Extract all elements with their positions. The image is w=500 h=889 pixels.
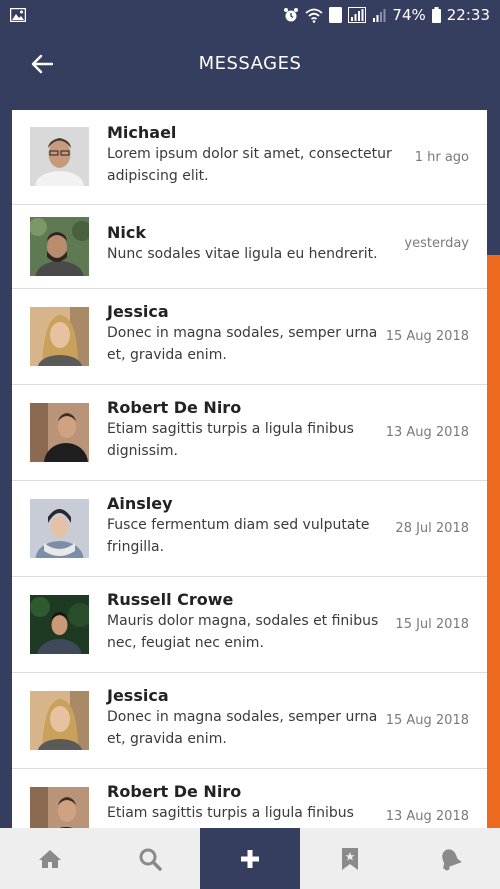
message-row-ainsley[interactable]: Ainsley Fusce fermentum diam sed vulputa… — [12, 481, 487, 577]
message-row-jessica[interactable]: Jessica Donec in magna sodales, semper u… — [12, 673, 487, 769]
message-time: 1 hr ago — [414, 150, 469, 165]
nav-bookmarks[interactable] — [300, 828, 400, 889]
message-row-russell-crowe[interactable]: Russell Crowe Mauris dolor magna, sodale… — [12, 577, 487, 673]
avatar — [30, 595, 89, 654]
message-preview: Mauris dolor magna, sodales et finibus n… — [107, 613, 379, 651]
bell-icon — [442, 848, 462, 870]
avatar — [30, 787, 89, 830]
search-icon — [139, 848, 162, 871]
alarm-icon — [283, 7, 299, 23]
signal-secondary-icon — [372, 8, 386, 23]
sender-name: Robert De Niro — [107, 398, 242, 417]
gallery-notification-icon — [10, 8, 26, 22]
avatar — [30, 403, 89, 462]
sender-name: Jessica — [107, 686, 169, 705]
avatar — [30, 217, 89, 276]
sender-name: Michael — [107, 123, 177, 142]
message-preview: Donec in magna sodales, semper urna et, … — [107, 709, 378, 747]
nav-search[interactable] — [100, 828, 200, 889]
message-time: 15 Aug 2018 — [385, 329, 469, 344]
app-header: MESSAGES — [0, 30, 500, 96]
message-preview: Etiam sagittis turpis a ligula finibus — [107, 805, 354, 821]
message-list: Michael Lorem ipsum dolor sit amet, cons… — [12, 110, 487, 830]
message-preview: Donec in magna sodales, semper urna et, … — [107, 325, 378, 363]
sender-name: Jessica — [107, 302, 169, 321]
nav-notifications[interactable] — [400, 828, 500, 889]
sender-name: Russell Crowe — [107, 590, 234, 609]
clock: 22:33 — [446, 6, 490, 24]
sender-name: Ainsley — [107, 494, 173, 513]
accent-strip — [486, 255, 500, 830]
back-button[interactable] — [28, 50, 56, 78]
page-title: MESSAGES — [198, 52, 302, 74]
avatar — [30, 127, 89, 186]
bottom-navigation — [0, 828, 500, 889]
sender-name: Nick — [107, 223, 146, 242]
message-preview: Etiam sagittis turpis a ligula finibus d… — [107, 421, 354, 459]
message-time: yesterday — [404, 236, 469, 251]
message-row-robert-de-niro[interactable]: Robert De Niro Etiam sagittis turpis a l… — [12, 385, 487, 481]
nav-home[interactable] — [0, 828, 100, 889]
message-row-nick[interactable]: Nick Nunc sodales vitae ligula eu hendre… — [12, 205, 487, 289]
status-bar: 74% 22:33 — [0, 0, 500, 30]
avatar — [30, 499, 89, 558]
message-row-michael[interactable]: Michael Lorem ipsum dolor sit amet, cons… — [12, 110, 487, 205]
message-time: 15 Aug 2018 — [385, 713, 469, 728]
message-preview: Lorem ipsum dolor sit amet, consectetur … — [107, 146, 392, 184]
signal-icon — [348, 7, 367, 23]
battery-icon — [431, 7, 441, 23]
wifi-icon — [305, 8, 324, 23]
message-preview: Fusce fermentum diam sed vulputate fring… — [107, 517, 370, 555]
message-time: 15 Jul 2018 — [395, 617, 469, 632]
message-row-jessica[interactable]: Jessica Donec in magna sodales, semper u… — [12, 289, 487, 385]
message-preview: Nunc sodales vitae ligula eu hendrerit. — [107, 246, 378, 262]
battery-percent: 74% — [392, 6, 426, 24]
message-time: 13 Aug 2018 — [385, 425, 469, 440]
message-time: 28 Jul 2018 — [395, 521, 469, 536]
bookmark-icon — [342, 847, 358, 870]
message-time: 13 Aug 2018 — [385, 809, 469, 824]
message-row-robert-de-niro[interactable]: Robert De Niro Etiam sagittis turpis a l… — [12, 769, 487, 830]
avatar — [30, 691, 89, 750]
plus-icon — [241, 849, 259, 868]
sender-name: Robert De Niro — [107, 782, 242, 801]
arrow-left-icon — [31, 54, 53, 74]
avatar — [30, 307, 89, 366]
sim-icon — [329, 7, 343, 23]
nav-compose[interactable] — [200, 828, 300, 889]
home-icon — [39, 849, 61, 868]
